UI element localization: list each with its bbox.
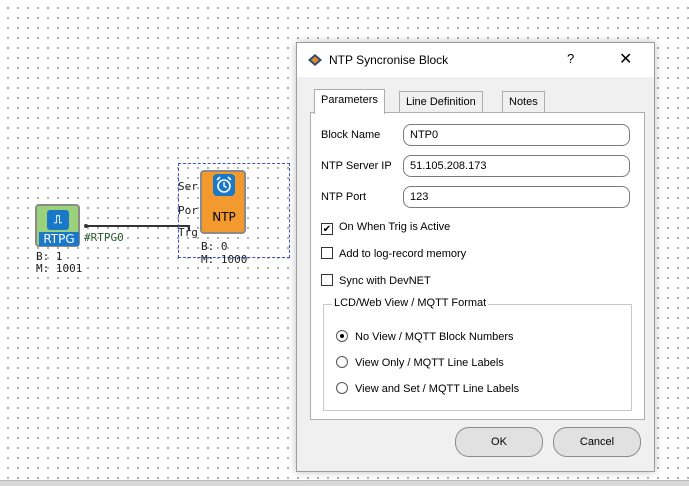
ntp-port-trg[interactable]: Trg <box>178 226 198 239</box>
radio-button-selected[interactable] <box>336 330 348 342</box>
block-name-input[interactable] <box>403 124 630 146</box>
tab-parameters[interactable]: Parameters <box>314 89 385 114</box>
bottom-scroll-bar[interactable] <box>0 480 689 486</box>
server-ip-label: NTP Server IP <box>321 160 392 172</box>
checkbox-label: Add to log-record memory <box>339 248 467 260</box>
rtpg-m-text: M: 1001 <box>36 262 83 275</box>
rtpg-block[interactable]: ⎍ RTPG <box>35 204 80 247</box>
ntp-syncronise-dialog: NTP Syncronise Block ? ✕ Parameters Line… <box>296 42 655 472</box>
block-name-label: Block Name <box>321 129 381 141</box>
ntp-m-text: M: 1000 <box>201 253 248 266</box>
checkbox-on-when-trig[interactable]: ✔ On When Trig is Active <box>321 221 450 235</box>
help-button[interactable]: ? <box>567 51 574 66</box>
radio-label: View and Set / MQTT Line Labels <box>355 383 520 395</box>
checkbox-sync-devnet[interactable]: Sync with DevNET <box>321 274 431 287</box>
waveform-clock-icon: ⎍ <box>47 210 69 230</box>
radio-label: No View / MQTT Block Numbers <box>355 331 514 343</box>
ok-button[interactable]: OK <box>455 427 543 457</box>
view-format-group: LCD/Web View / MQTT Format No View / MQT… <box>323 297 632 411</box>
checkbox-box-checked[interactable]: ✔ <box>321 223 333 235</box>
radio-button[interactable] <box>336 356 348 368</box>
tab-notes[interactable]: Notes <box>502 91 545 113</box>
connection-wire[interactable] <box>87 225 189 227</box>
radio-no-view[interactable]: No View / MQTT Block Numbers <box>336 330 514 343</box>
parameters-panel: Block Name NTP Server IP NTP Port ✔ On Wh… <box>310 112 645 420</box>
close-button[interactable]: ✕ <box>619 49 632 69</box>
rtpg-block-label: RTPG <box>39 232 79 246</box>
cancel-button[interactable]: Cancel <box>553 427 641 457</box>
checkbox-label: Sync with DevNET <box>339 275 431 287</box>
ntp-port-ser[interactable]: Ser <box>178 180 198 193</box>
tab-line-definition[interactable]: Line Definition <box>399 91 483 113</box>
checkbox-add-to-log[interactable]: Add to log-record memory <box>321 247 466 260</box>
ntp-port-por[interactable]: Por <box>178 204 198 217</box>
radio-view-only[interactable]: View Only / MQTT Line Labels <box>336 356 504 369</box>
radio-label: View Only / MQTT Line Labels <box>355 357 504 369</box>
radio-view-and-set[interactable]: View and Set / MQTT Line Labels <box>336 382 519 395</box>
ntp-b-text: B: 0 <box>201 240 228 253</box>
rtpg-output-tag: #RTPG0 <box>84 231 124 244</box>
checkbox-label: On When Trig is Active <box>339 221 451 233</box>
server-ip-input[interactable] <box>403 155 630 177</box>
group-title: LCD/Web View / MQTT Format <box>332 297 489 309</box>
checkbox-box[interactable] <box>321 247 333 259</box>
port-input[interactable] <box>403 186 630 208</box>
ntp-block[interactable]: NTP <box>200 170 246 234</box>
app-logo-icon <box>308 54 322 66</box>
dialog-title: NTP Syncronise Block <box>329 53 449 67</box>
ntp-block-label: NTP <box>212 210 236 224</box>
checkbox-box[interactable] <box>321 274 333 286</box>
dialog-titlebar[interactable]: NTP Syncronise Block ? ✕ <box>297 43 654 77</box>
alarm-clock-icon <box>213 174 235 196</box>
radio-button[interactable] <box>336 382 348 394</box>
port-label: NTP Port <box>321 191 367 203</box>
